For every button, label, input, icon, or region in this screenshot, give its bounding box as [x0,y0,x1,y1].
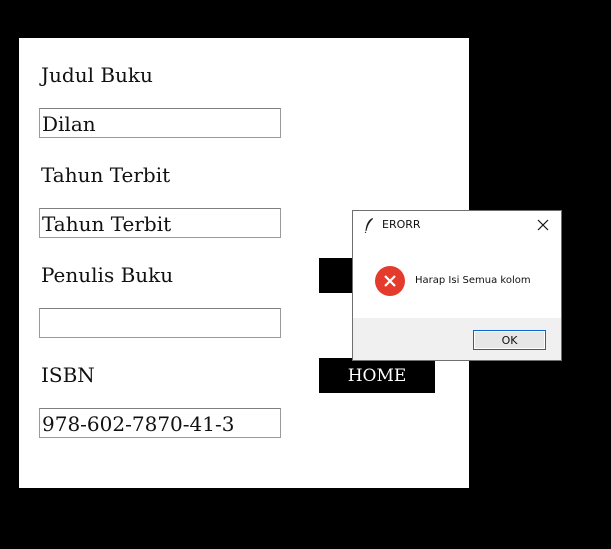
tahun-terbit-label: Tahun Terbit [41,163,171,187]
judul-buku-label: Judul Buku [41,63,153,87]
dialog-title: ERORR [382,218,421,231]
dialog-footer: OK [353,318,561,360]
feather-icon [364,218,373,233]
dialog-titlebar: ERORR [353,211,561,239]
ok-button[interactable]: OK [473,330,546,350]
error-message: Harap Isi Semua kolom [415,275,531,286]
error-icon [375,266,405,296]
penulis-buku-input[interactable] [39,308,281,338]
home-button[interactable]: HOME [319,358,435,393]
judul-buku-input[interactable]: Dilan [39,108,281,138]
penulis-buku-label: Penulis Buku [41,263,174,287]
isbn-label: ISBN [41,363,95,387]
error-dialog: ERORR Harap Isi Semua kolom OK [352,210,562,361]
close-icon[interactable] [533,215,553,235]
isbn-input[interactable]: 978-602-7870-41-3 [39,408,281,438]
tahun-terbit-input[interactable]: Tahun Terbit [39,208,281,238]
